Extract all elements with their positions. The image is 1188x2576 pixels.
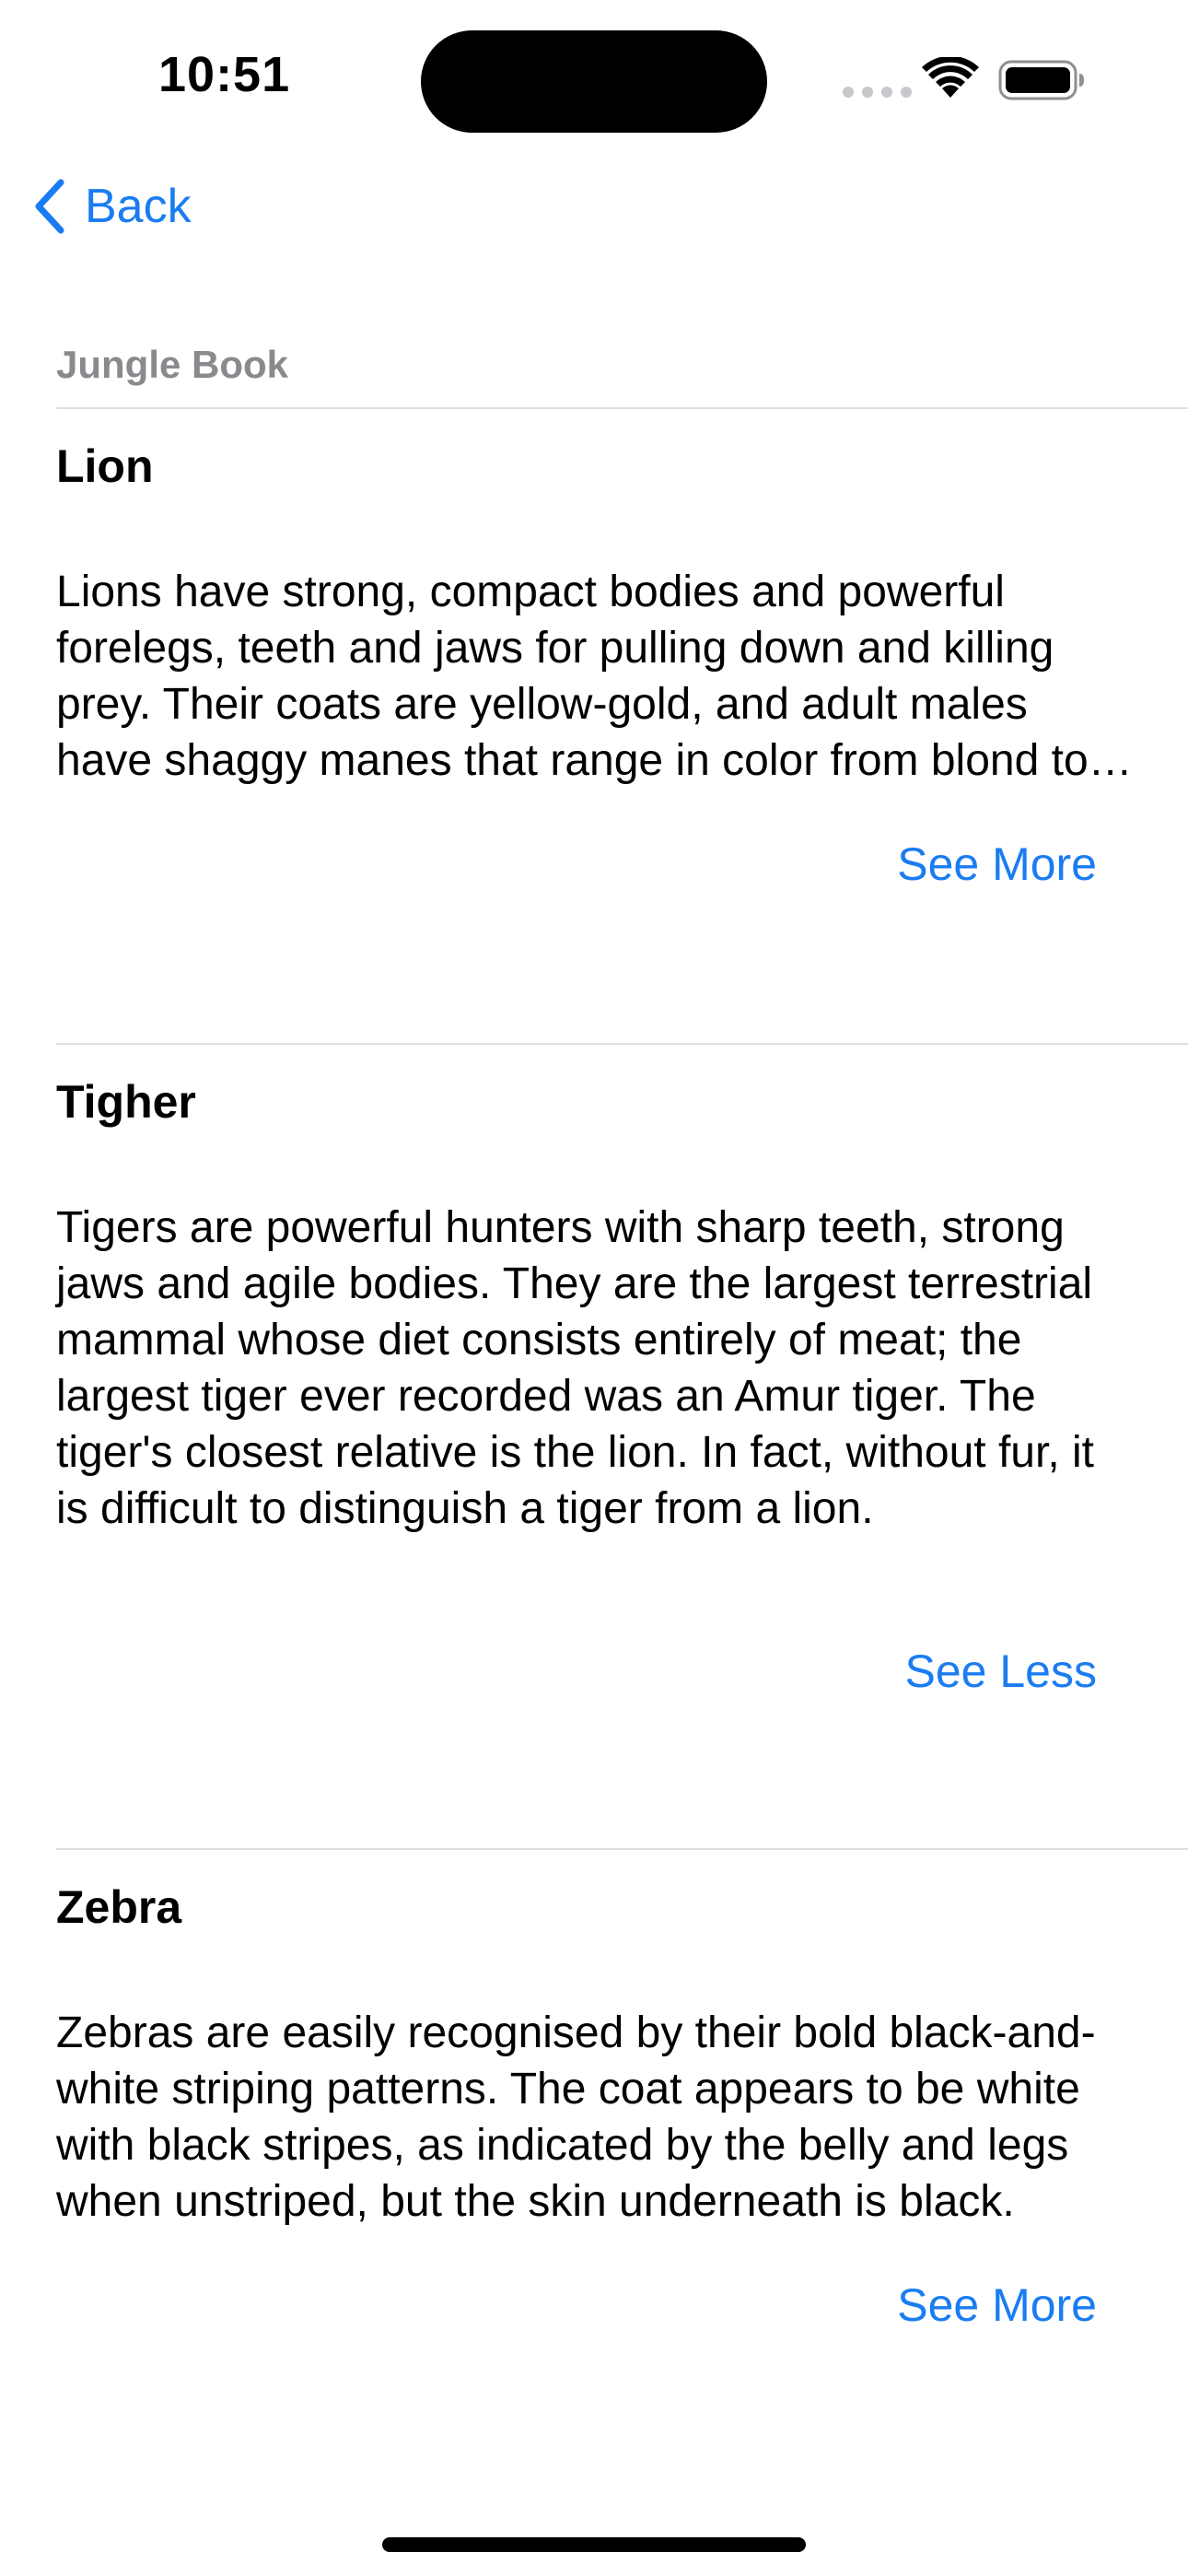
wifi-icon xyxy=(922,57,979,98)
row-divider xyxy=(56,1043,1188,1045)
status-bar: 10:51 xyxy=(0,0,1188,147)
battery-icon xyxy=(998,60,1084,100)
back-button[interactable]: Back xyxy=(33,179,192,234)
see-less-button[interactable]: See Less xyxy=(905,1644,1097,1699)
section-header: Jungle Book xyxy=(56,343,289,386)
section-divider xyxy=(56,407,1188,409)
chevron-left-icon xyxy=(35,179,64,234)
dynamic-island xyxy=(421,30,767,133)
animal-description: Tigers are powerful hunters with sharp t… xyxy=(56,1203,1094,1533)
animal-title: Zebra xyxy=(56,1881,182,1933)
list-item: Zebra Zebras are easily recognised by th… xyxy=(56,1879,1134,2359)
see-more-button[interactable]: See More xyxy=(897,837,1097,892)
animal-description: Lions have strong, compact bodies and po… xyxy=(56,568,1089,785)
home-indicator[interactable] xyxy=(382,2537,806,2552)
see-more-button[interactable]: See More xyxy=(897,2277,1097,2333)
navigation-bar: Back xyxy=(0,166,1188,258)
back-label: Back xyxy=(85,180,192,233)
animal-title: Tigher xyxy=(56,1076,196,1128)
animal-description: Zebras are easily recognised by their bo… xyxy=(56,2008,1096,2226)
list-item: Tigher Tigers are powerful hunters with … xyxy=(56,1074,1134,1719)
list-item: Lion Lions have strong, compact bodies a… xyxy=(56,439,1134,890)
animal-title: Lion xyxy=(56,440,154,492)
signal-dots-icon xyxy=(843,87,912,98)
row-divider xyxy=(56,1848,1188,1850)
status-time: 10:51 xyxy=(158,47,291,102)
